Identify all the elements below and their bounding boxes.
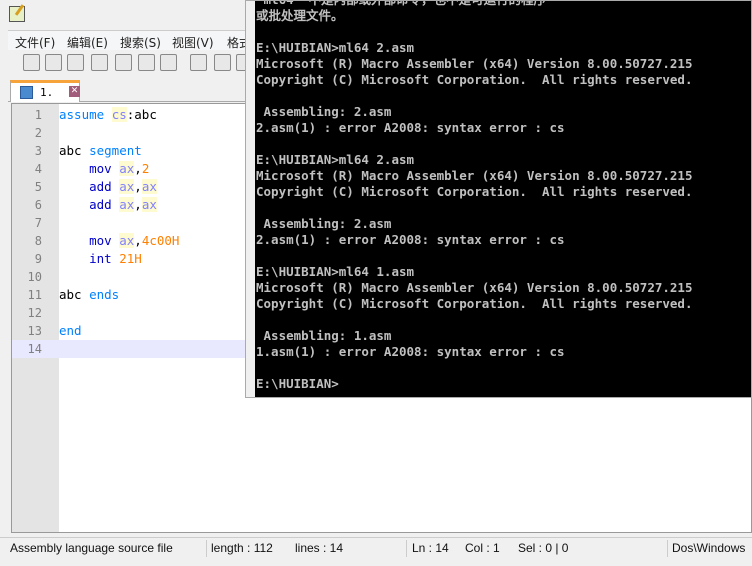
- console-line: Copyright (C) Microsoft Corporation. All…: [256, 296, 693, 311]
- status-file-type: Assembly language source file: [10, 541, 173, 555]
- code-text: assume cs:abc: [59, 106, 157, 124]
- console-line: 2.asm(1) : error A2008: syntax error : c…: [256, 232, 565, 247]
- token-plain: :abc: [126, 107, 157, 122]
- code-text: mov ax,2: [59, 160, 149, 178]
- save-all-icon[interactable]: [91, 54, 108, 71]
- line-number: 9: [34, 252, 42, 266]
- token-plain: ,: [134, 233, 142, 248]
- token-plain: ,: [134, 179, 142, 194]
- line-number: 13: [27, 324, 42, 338]
- console-line: 1.asm(1) : error A2008: syntax error : c…: [256, 344, 565, 359]
- token-ins: add: [89, 197, 120, 212]
- code-text: int 21H: [59, 250, 142, 268]
- status-lines: lines : 14: [295, 541, 344, 555]
- console-line: E:\HUIBIAN>ml64 2.asm: [256, 152, 415, 167]
- save-icon[interactable]: [67, 54, 84, 71]
- token-reg: cs: [111, 107, 127, 122]
- status-ln: Ln : 14: [412, 541, 449, 555]
- close-all-icon[interactable]: [138, 54, 155, 71]
- code-text: abc segment: [59, 142, 142, 160]
- code-text: add ax,ax: [59, 178, 157, 196]
- line-number: 11: [27, 288, 42, 302]
- notepad-app-icon[interactable]: [9, 6, 25, 22]
- line-number: 12: [27, 306, 42, 320]
- console-output[interactable]: 'ml64' 不是内部或外部命令，也不是可运行的程序或批处理文件。 E:\HUIB…: [255, 1, 751, 397]
- token-plain: ,: [134, 161, 142, 176]
- console-line: Microsoft (R) Macro Assembler (x64) Vers…: [256, 168, 693, 183]
- token-reg: ax: [141, 179, 157, 194]
- menu-item[interactable]: 视图(V): [172, 34, 214, 51]
- token-num: 2: [141, 161, 150, 176]
- token-plain: abc: [59, 287, 90, 302]
- token-plain: ,: [134, 197, 142, 212]
- console-line: E:\HUIBIAN>ml64 1.asm: [256, 264, 415, 279]
- token-ins: mov: [89, 161, 120, 176]
- token-kw: ends: [89, 287, 120, 302]
- token-ins: int: [89, 251, 120, 266]
- console-line: Assembling: 2.asm: [256, 104, 392, 119]
- tab-1-asm[interactable]: 1. asm ✕: [10, 80, 80, 112]
- status-sel: Sel : 0 | 0: [518, 541, 569, 555]
- token-reg: ax: [141, 197, 157, 212]
- console-line: 2.asm(1) : error A2008: syntax error : c…: [256, 120, 565, 135]
- command-prompt-window[interactable]: 'ml64' 不是内部或外部命令，也不是可运行的程序或批处理文件。 E:\HUIB…: [245, 0, 752, 398]
- console-line: 或批处理文件。: [256, 8, 344, 23]
- console-line: 'ml64' 不是内部或外部命令，也不是可运行的程序: [256, 1, 546, 8]
- print-icon[interactable]: [160, 54, 177, 71]
- token-ins: add: [89, 179, 120, 194]
- token-kw: segment: [89, 143, 142, 158]
- copy-icon[interactable]: [214, 54, 231, 71]
- cut-icon[interactable]: [190, 54, 207, 71]
- menu-item[interactable]: 文件(F): [15, 34, 55, 51]
- line-number: 10: [27, 270, 42, 284]
- status-eol[interactable]: Dos\Windows: [672, 541, 745, 555]
- console-line: Assembling: 1.asm: [256, 328, 392, 343]
- line-number: 4: [34, 162, 42, 176]
- line-number: 6: [34, 198, 42, 212]
- token-reg: ax: [119, 161, 135, 176]
- console-line: Copyright (C) Microsoft Corporation. All…: [256, 72, 693, 87]
- console-line: Copyright (C) Microsoft Corporation. All…: [256, 184, 693, 199]
- close-icon[interactable]: [115, 54, 132, 71]
- menu-item[interactable]: 搜索(S): [120, 34, 161, 51]
- console-line: E:\HUIBIAN>: [256, 376, 339, 391]
- line-number: 7: [34, 216, 42, 230]
- line-number: 2: [34, 126, 42, 140]
- code-text: add ax,ax: [59, 196, 157, 214]
- open-file-icon[interactable]: [45, 54, 62, 71]
- line-number: 14: [27, 342, 42, 356]
- token-reg: ax: [119, 179, 135, 194]
- token-num: 21H: [119, 251, 142, 266]
- token-reg: ax: [119, 233, 135, 248]
- token-num: 4c00H: [141, 233, 180, 248]
- code-text: mov ax,4c00H: [59, 232, 179, 250]
- code-text: end: [59, 322, 82, 340]
- token-kw: end: [59, 323, 82, 338]
- status-col: Col : 1: [465, 541, 500, 555]
- menu-item[interactable]: 编辑(E): [67, 34, 108, 51]
- close-tab-icon[interactable]: ✕: [69, 86, 80, 97]
- token-plain: abc: [59, 143, 90, 158]
- new-file-icon[interactable]: [23, 54, 40, 71]
- line-number: 5: [34, 180, 42, 194]
- console-line: Assembling: 2.asm: [256, 216, 392, 231]
- status-length: length : 112: [211, 541, 273, 555]
- code-text: abc ends: [59, 286, 119, 304]
- line-number: 3: [34, 144, 42, 158]
- token-kw: assume: [59, 107, 112, 122]
- line-number: 1: [34, 108, 42, 122]
- token-ins: mov: [89, 233, 120, 248]
- token-reg: ax: [119, 197, 135, 212]
- status-bar: Assembly language source file length : 1…: [0, 537, 752, 558]
- line-number: 8: [34, 234, 42, 248]
- console-line: Microsoft (R) Macro Assembler (x64) Vers…: [256, 280, 693, 295]
- saved-file-icon: [20, 86, 33, 99]
- console-line: E:\HUIBIAN>ml64 2.asm: [256, 40, 415, 55]
- console-line: Microsoft (R) Macro Assembler (x64) Vers…: [256, 56, 693, 71]
